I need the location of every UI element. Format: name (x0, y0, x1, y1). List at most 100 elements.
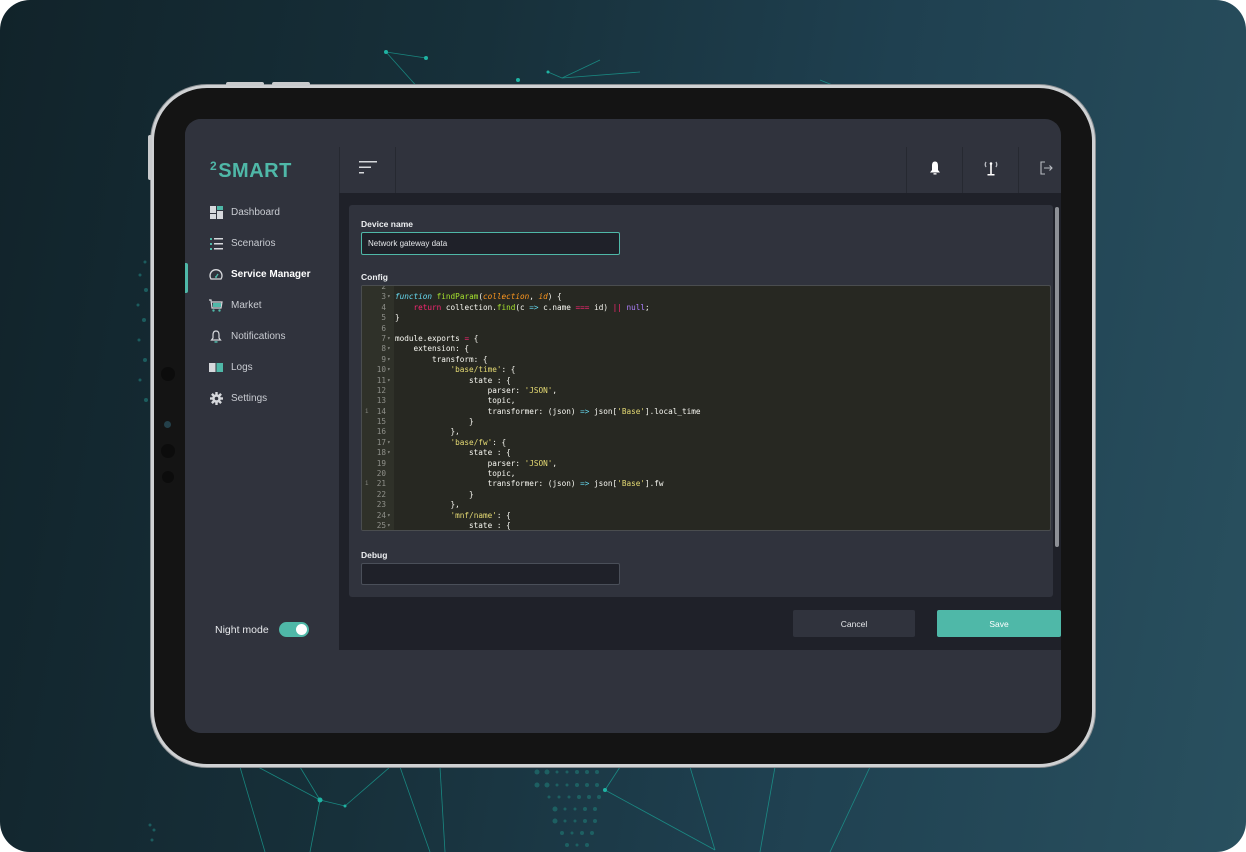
code-line: 12 parser: 'JSON', (362, 386, 1050, 396)
fold-toggle-icon[interactable]: ▾ (387, 292, 391, 302)
save-button[interactable]: Save (937, 610, 1061, 637)
sidebar-item-logs[interactable]: Logs (185, 352, 339, 383)
antenna-icon (983, 160, 999, 181)
code-text: 'base/time': { (450, 365, 516, 375)
code-line: 7 ▾ module.exports = { (362, 334, 1050, 344)
fold-toggle-icon[interactable]: ▾ (387, 438, 391, 448)
code-text: } (395, 489, 474, 499)
gear-icon (209, 392, 223, 406)
sidebar-item-label: Dashboard (231, 207, 280, 218)
code-line: 11 ▾ state : { (362, 376, 1050, 386)
bell-icon (929, 161, 941, 180)
logout-button[interactable] (1018, 147, 1061, 193)
debug-label: Debug (361, 550, 388, 560)
sidebar-item-settings[interactable]: Settings (185, 383, 339, 414)
code-text: parser: 'JSON', (395, 385, 558, 395)
logo[interactable]: 2SMART (210, 159, 292, 183)
code-line: 8 ▾ extension: { (362, 344, 1050, 354)
line-number: 5 (381, 313, 386, 323)
config-code-editor[interactable]: 2 3 ▾ function findParam(collection, id) {4… (361, 285, 1051, 531)
line-number: 19 (376, 458, 386, 468)
code-line: 13 topic, (362, 396, 1050, 406)
fold-toggle-icon[interactable]: ▾ (387, 334, 391, 344)
code-line: 10 ▾ 'base/time': { (362, 365, 1050, 375)
code-lines: 2 3 ▾ function findParam(collection, id) {4… (362, 285, 1050, 530)
sidebar-item-label: Market (231, 300, 262, 311)
menu-icon (358, 161, 377, 179)
form-actions: Cancel Save (339, 597, 1061, 650)
code-text: extension: { (395, 344, 470, 354)
menu-button[interactable] (340, 147, 396, 193)
sidebar-item-service-manager[interactable]: Service Manager (185, 259, 339, 293)
line-number: 24 (376, 510, 386, 520)
device-name-label: Device name (361, 219, 413, 229)
code-text: topic, (395, 396, 516, 406)
code-line: i 21 transformer: (json) => json['Base'].… (362, 479, 1050, 489)
code-text: topic, (395, 469, 516, 479)
code-line: 3 ▾ function findParam(collection, id) { (362, 292, 1050, 302)
logo-text: SMART (218, 160, 292, 182)
code-text: transformer: (json) => json['Base'].fw (395, 479, 664, 489)
code-text: state : { (395, 520, 511, 530)
sidebar-item-market[interactable]: Market (185, 290, 339, 321)
sidebar-item-label: Notifications (231, 331, 286, 342)
tablet-volume-button (226, 82, 264, 86)
device-form: Device name Network gateway data Config … (349, 205, 1053, 597)
fold-toggle-icon[interactable]: ▾ (387, 448, 391, 458)
sidebar-item-dashboard[interactable]: Dashboard (185, 197, 339, 228)
dashboard-icon (209, 206, 223, 220)
code-line: 4 return collection.find(c => c.name ===… (362, 303, 1050, 313)
line-number: 9 (381, 354, 386, 364)
sidebar-nav: Dashboard Scenarios Service Manager Mark… (185, 197, 339, 414)
fold-toggle-icon[interactable]: ▾ (387, 511, 391, 521)
line-number: 3 (381, 292, 386, 302)
line-number: 15 (376, 417, 386, 427)
code-line: 15 } (362, 417, 1050, 427)
device-name-input[interactable]: Network gateway data (361, 232, 620, 255)
code-text: state : { (395, 448, 511, 458)
code-line: 9 ▾ transform: { (362, 355, 1050, 365)
tablet-sensor (161, 444, 175, 458)
fold-toggle-icon[interactable]: ▾ (387, 521, 391, 530)
line-number: 22 (376, 489, 386, 499)
content-scrollbar[interactable] (1055, 207, 1059, 547)
topbar (339, 147, 1061, 193)
line-number: 10 (376, 365, 386, 375)
sidebar-item-notifications[interactable]: Notifications (185, 321, 339, 352)
line-number: 20 (376, 469, 386, 479)
code-text: transform: { (395, 354, 488, 364)
bell-icon (209, 330, 223, 344)
fold-toggle-icon[interactable]: ▾ (387, 355, 391, 365)
debug-input[interactable] (361, 563, 620, 585)
night-mode-toggle[interactable] (278, 622, 309, 637)
line-number: 18 (376, 448, 386, 458)
config-label: Config (361, 272, 388, 282)
cart-icon (209, 299, 223, 313)
sidebar-item-label: Service Manager (231, 269, 311, 280)
fold-toggle-icon[interactable]: ▾ (387, 344, 391, 354)
notifications-button[interactable] (906, 147, 962, 193)
logo-superscript: 2 (210, 159, 218, 173)
code-line: 20 topic, (362, 469, 1050, 479)
line-number: 23 (376, 500, 386, 510)
app-screen: 2SMART Dashboard Scenarios Service Manag… (185, 119, 1061, 733)
sidebar-item-label: Logs (231, 362, 253, 373)
line-number: 2 (381, 285, 386, 291)
code-line: 23 }, (362, 500, 1050, 510)
sidebar-item-scenarios[interactable]: Scenarios (185, 228, 339, 259)
code-text: return collection.find(c => c.name === i… (413, 302, 650, 312)
code-line: 19 parser: 'JSON', (362, 459, 1050, 469)
code-line: 2 (362, 285, 1050, 292)
code-line: 17 ▾ 'base/fw': { (362, 438, 1050, 448)
line-number: 7 (381, 333, 386, 343)
fold-toggle-icon[interactable]: ▾ (387, 376, 391, 386)
cancel-button[interactable]: Cancel (793, 610, 915, 637)
line-number: 16 (376, 427, 386, 437)
code-text: transformer: (json) => json['Base'].loca… (395, 406, 701, 416)
sidebar-item-label: Scenarios (231, 238, 276, 249)
tablet-power-button (148, 135, 152, 180)
connectivity-button[interactable] (962, 147, 1018, 193)
tablet-volume-button (272, 82, 310, 86)
tablet-sensor (162, 471, 174, 483)
fold-toggle-icon[interactable]: ▾ (387, 365, 391, 375)
